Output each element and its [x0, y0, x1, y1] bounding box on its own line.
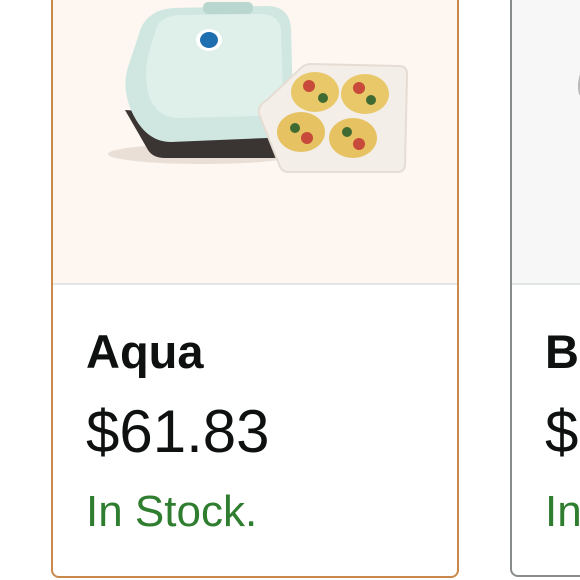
product-image-icon [578, 74, 580, 95]
swatch-name: Aqua [86, 325, 204, 378]
waffle-maker-icon [108, 2, 409, 173]
product-image [512, 0, 580, 285]
swatch-price: $61.83 [86, 398, 270, 465]
product-image [53, 0, 457, 285]
swatch-price: $ [545, 398, 579, 465]
swatch-card-aqua[interactable]: Aqua $61.83 In Stock. [51, 0, 459, 578]
swatch-availability: In [545, 487, 580, 536]
swatch-availability: In Stock. [86, 487, 258, 536]
swatch-carousel: Aqua $61.83 In Stock. B $ In [0, 0, 580, 580]
swatch-name: B [545, 325, 579, 378]
swatch-card-next[interactable]: B $ In [510, 0, 580, 577]
